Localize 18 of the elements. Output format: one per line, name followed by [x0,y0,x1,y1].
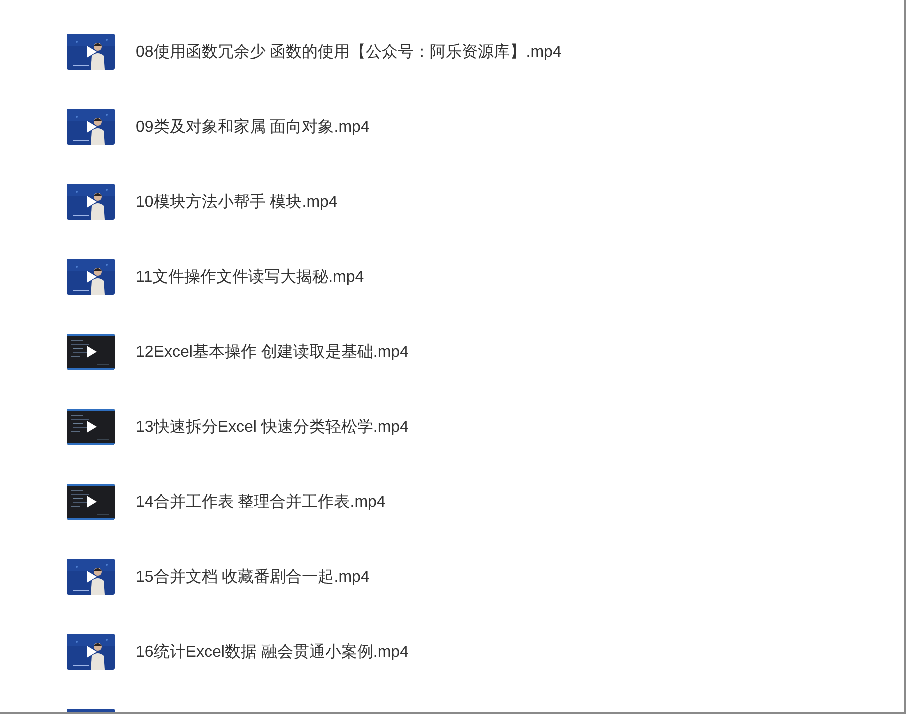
play-icon[interactable] [87,196,97,208]
file-name[interactable]: 09类及对象和家属 面向对象.mp4 [136,116,370,138]
play-icon[interactable] [87,496,97,508]
file-name[interactable]: 16统计Excel数据 融会贯通小案例.mp4 [136,642,409,662]
file-name[interactable]: 08使用函数冗余少 函数的使用【公众号：阿乐资源库】.mp4 [136,42,562,62]
file-name[interactable]: 10模块方法小帮手 模块.mp4 [136,192,338,212]
file-name[interactable]: 11文件操作文件读写大揭秘.mp4 [136,266,364,288]
file-name[interactable]: 12Excel基本操作 创建读取是基础.mp4 [136,342,409,362]
file-name[interactable]: 15合并文档 收藏番剧合一起.mp4 [136,566,370,588]
play-icon[interactable] [87,121,97,133]
file-name[interactable]: 14合并工作表 整理合并工作表.mp4 [136,492,386,512]
play-icon[interactable] [87,646,97,658]
play-icon[interactable] [87,346,97,358]
play-icon[interactable] [87,271,97,283]
play-icon[interactable] [87,46,97,58]
play-icon[interactable] [87,421,97,433]
play-icon[interactable] [87,571,97,583]
file-name[interactable]: 13快速拆分Excel 快速分类轻松学.mp4 [136,416,409,438]
